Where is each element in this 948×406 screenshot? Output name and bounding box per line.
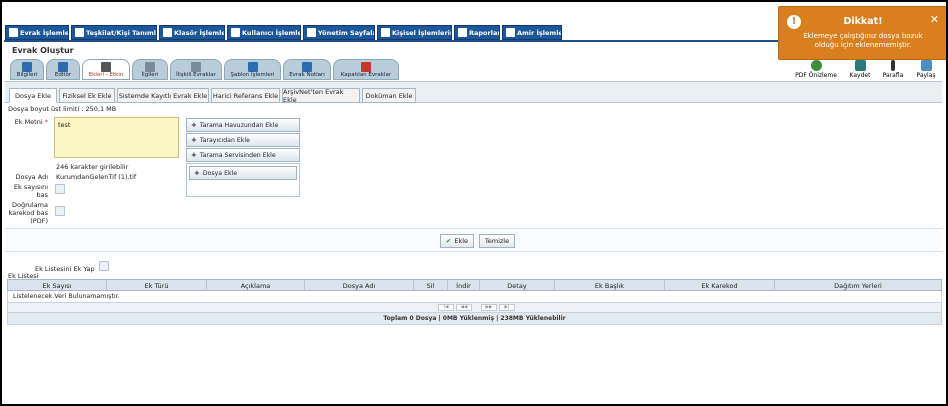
report-icon (458, 28, 467, 37)
pdf-preview-icon (810, 60, 822, 71)
tab-iliskili-evraklar[interactable]: İlişkili Evraklar (170, 59, 222, 80)
pager: |◀ ◀◀ ▶▶ ▶| (7, 303, 942, 313)
personal-icon (381, 28, 390, 37)
column-header[interactable]: Dağıtım Yerleri (775, 280, 941, 291)
folder-icon (163, 28, 172, 37)
ekle-button[interactable]: ✔ Ekle (440, 234, 474, 248)
tab-editor[interactable]: Editör (46, 59, 80, 80)
column-header[interactable]: Ek Başlık (555, 280, 665, 291)
tab-ekleri[interactable]: Ekleri - Etkin (82, 59, 130, 80)
org-chart-icon (75, 28, 84, 37)
parafla-button[interactable]: Parafla (879, 60, 907, 79)
column-header[interactable]: Ek Karekod (665, 280, 775, 291)
column-header[interactable]: Detay (480, 280, 555, 291)
document-icon (9, 28, 18, 37)
plus-icon: + (191, 121, 197, 129)
empty-row: Listelenecek Veri Bulunamamıştır. (7, 291, 942, 303)
save-icon (854, 60, 866, 71)
plus-icon: + (191, 136, 197, 144)
save-button[interactable]: Kaydet (845, 60, 875, 79)
dogrulama-checkbox[interactable] (55, 206, 65, 216)
nav-amir-islemleri[interactable]: Amir İşlemleri (502, 25, 562, 40)
first-page-button[interactable]: |◀ (438, 304, 454, 311)
subtab-dokuman-ekle[interactable]: Doküman Ekle (362, 88, 416, 103)
file-upload-panel: + Dosya Ekle (186, 163, 300, 197)
add-file-button[interactable]: + Dosya Ekle (189, 166, 297, 180)
plus-icon: + (194, 169, 200, 177)
toast-message: Eklemeye çalıştığınız dosya bozuk olduğu… (803, 32, 923, 49)
dosya-adi-value: KurumdanGelenTif (1).tif (56, 173, 137, 181)
tab-bilgileri[interactable]: Bilgileri (10, 59, 44, 80)
nav-kisisel-islemlerim[interactable]: Kişisel İşlemlerim (377, 25, 452, 40)
notes-icon (302, 62, 312, 72)
check-icon: ✔ (445, 237, 452, 245)
manager-icon (506, 28, 515, 37)
subtab-sistemde-kayitli[interactable]: Sistemde Kayıtlı Evrak Ekle (117, 88, 209, 103)
char-count: 246 karakter girilebilir (56, 163, 129, 171)
pdf-preview-button[interactable]: PDF Önizleme (794, 60, 838, 79)
editor-icon (58, 62, 68, 72)
tab-kapatilan-evraklar[interactable]: Kapatılan Evraklar (333, 59, 399, 80)
temizle-button[interactable]: Temizle (479, 234, 515, 248)
template-icon (247, 62, 258, 72)
column-header[interactable]: Dosya Adı (305, 280, 414, 291)
pen-icon (891, 60, 895, 71)
column-header[interactable]: Ek Sayısı (8, 280, 107, 291)
dosya-adi-label: Dosya Adı (15, 173, 48, 181)
ek-listesi-table: Ek Sayısı Ek Türü Açıklama Dosya Adı Sil… (7, 279, 942, 325)
plus-icon: + (191, 151, 197, 159)
link-icon (145, 62, 155, 72)
warning-toast: ! Dikkat! ✕ Eklemeye çalıştığınız dosya … (778, 6, 946, 60)
nav-teskilat-kisi[interactable]: Teşkilat/Kişi Tanımları (71, 25, 157, 40)
share-button[interactable]: Paylaş (912, 60, 940, 79)
page-title: Evrak Oluştur (12, 46, 74, 55)
dogrulama-label: Doğrulama karekod bas (PDF) (8, 201, 48, 225)
required-mark: * (44, 118, 48, 126)
nav-raporlar[interactable]: Raporlar (454, 25, 500, 40)
related-docs-icon (191, 62, 201, 72)
subtab-arsivnet[interactable]: ArşivNet'ten Evrak Ekle (282, 88, 360, 104)
scanner-button[interactable]: + Tarayıcıdan Ekle (186, 133, 300, 147)
tab-sablon-islemleri[interactable]: Şablon İşlemleri (224, 59, 281, 80)
paperclip-icon (101, 62, 111, 72)
tab-evrak-notlari[interactable]: Evrak Notları (283, 59, 331, 80)
last-page-button[interactable]: ▶| (499, 304, 515, 311)
ek-metni-textarea[interactable]: test (54, 117, 179, 158)
scan-pool-button[interactable]: + Tarama Havuzundan Ekle (186, 118, 300, 132)
column-header[interactable]: Ek Türü (107, 280, 207, 291)
ek-sayisi-checkbox[interactable] (55, 184, 65, 194)
column-header[interactable]: Sil (414, 280, 448, 291)
nav-evrak-islemleri[interactable]: Evrak İşlemleri (5, 25, 69, 40)
table-footer: Toplam 0 Dosya | 0MB Yüklenmiş | 238MB Y… (7, 313, 942, 325)
closed-docs-icon (361, 62, 371, 72)
table-header: Ek Sayısı Ek Türü Açıklama Dosya Adı Sil… (7, 279, 942, 291)
ek-listesi-ek-yap-checkbox[interactable] (99, 261, 109, 271)
nav-klasor-islemleri[interactable]: Klasör İşlemleri (159, 25, 225, 40)
subtab-dosya-ekle[interactable]: Dosya Ekle (9, 88, 57, 103)
ek-metni-label: Ek Metni * (14, 118, 48, 126)
size-limit-text: Dosya boyut üst limiti : 250,1 MB (8, 105, 117, 113)
close-icon[interactable]: ✕ (930, 13, 939, 26)
subtab-harici-referans[interactable]: Harici Referans Ekle (211, 88, 280, 103)
subtab-fiziksel-ek-ekle[interactable]: Fiziksel Ek Ekle (59, 88, 115, 103)
info-icon (22, 62, 32, 72)
column-header[interactable]: Açıklama (207, 280, 305, 291)
prev-page-button[interactable]: ◀◀ (456, 304, 472, 311)
app-window: Evrak İşlemleri Teşkilat/Kişi Tanımları … (0, 0, 948, 406)
next-page-button[interactable]: ▶▶ (481, 304, 497, 311)
form-actions: ✔ Ekle Temizle (5, 228, 942, 252)
nav-kullanici-islemleri[interactable]: Kullanıcı İşlemleri (227, 25, 301, 40)
column-header[interactable]: İndir (448, 280, 480, 291)
ek-listesi-ek-yap-label: Ek Listesini Ek Yap (35, 265, 95, 273)
ek-sayisi-label: Ek sayısını bas (13, 183, 48, 199)
nav-yonetim-sayfalari[interactable]: Yönetim Sayfaları (303, 25, 375, 40)
subtab-bar: Dosya Ekle Fiziksel Ek Ekle Sistemde Kay… (5, 81, 942, 104)
toast-title: Dikkat! (843, 16, 883, 27)
tab-ilgileri[interactable]: İlgileri (132, 59, 168, 80)
scan-service-button[interactable]: + Tarama Servisinden Ekle (186, 148, 300, 162)
share-icon (920, 60, 932, 71)
admin-icon (307, 28, 316, 37)
user-icon (231, 28, 240, 37)
